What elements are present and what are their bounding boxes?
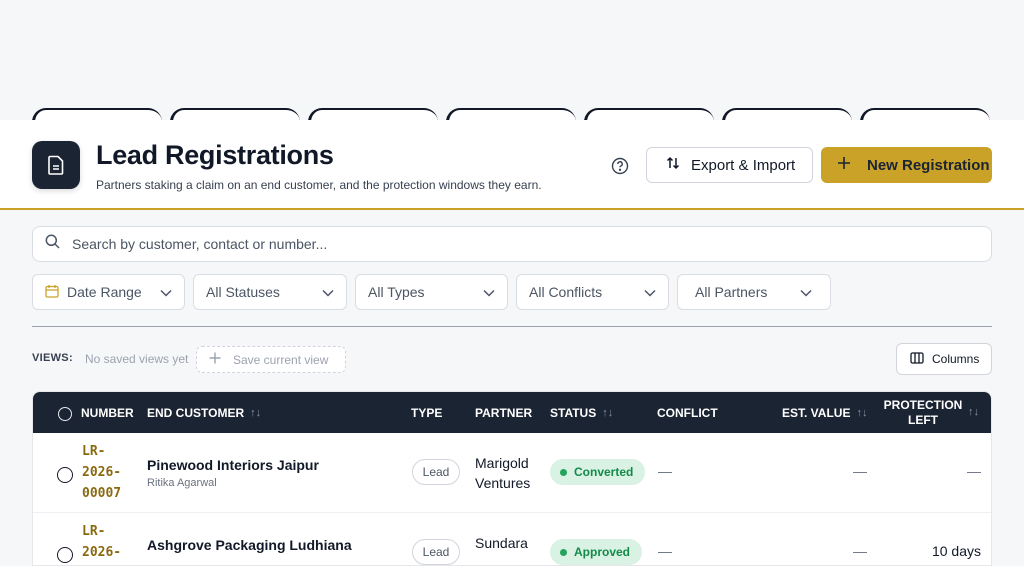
status-badge: Converted	[550, 459, 646, 485]
columns-button[interactable]: Columns	[896, 343, 992, 375]
save-view-label: Save current view	[233, 352, 329, 367]
filter-types[interactable]: All Types	[355, 274, 508, 310]
status-dot-icon	[560, 468, 567, 476]
column-header-protection-left[interactable]: PROTECTION LEFT	[883, 392, 963, 433]
select-all-checkbox[interactable]	[58, 407, 72, 421]
column-header-conflict[interactable]: CONFLICT	[657, 392, 718, 433]
est-value: —	[853, 543, 867, 559]
plus-icon	[209, 352, 221, 367]
sort-icon: ↑↓	[250, 406, 262, 419]
registrations-table: NUMBER END CUSTOMER ↑↓ TYPE PARTNER STAT…	[32, 391, 992, 566]
end-customer-name: Ashgrove Packaging Ludhiana	[147, 537, 352, 553]
protection-left: —	[967, 463, 981, 479]
conflict-value: —	[658, 543, 672, 559]
column-header-partner[interactable]: PARTNER	[475, 392, 532, 433]
page-header: Lead Registrations Partners staking a cl…	[0, 120, 1024, 210]
plus-icon	[837, 156, 851, 174]
new-registration-button[interactable]: New Registration	[821, 147, 992, 183]
type-badge: Lead	[412, 459, 460, 485]
table-row[interactable]: LR- 2026- Ashgrove Packaging Ludhiana Le…	[33, 513, 991, 565]
export-import-label: Export & Import	[691, 156, 796, 174]
status-dot-icon	[560, 548, 567, 556]
search-input[interactable]	[72, 236, 952, 252]
views-empty-text: No saved views yet	[85, 352, 189, 366]
help-icon[interactable]	[611, 157, 629, 175]
save-current-view-button[interactable]: Save current view	[196, 346, 346, 373]
filter-date-range[interactable]: Date Range	[32, 274, 185, 310]
table-header: NUMBER END CUSTOMER ↑↓ TYPE PARTNER STAT…	[33, 392, 991, 433]
sort-icon: ↑↓	[602, 406, 614, 419]
column-header-type[interactable]: TYPE	[411, 392, 442, 433]
document-icon	[32, 141, 80, 189]
columns-icon	[910, 351, 924, 367]
est-value: —	[853, 463, 867, 479]
filter-conflicts[interactable]: All Conflicts	[516, 274, 669, 310]
filter-partners[interactable]: All Partners	[677, 274, 831, 310]
calendar-icon	[45, 284, 59, 301]
protection-left: 10 days	[931, 543, 981, 559]
filter-label: Date Range	[67, 284, 142, 300]
page-title: Lead Registrations	[96, 140, 334, 170]
column-header-est-value[interactable]: EST. VALUE ↑↓	[782, 392, 867, 433]
chevron-down-icon	[160, 284, 172, 300]
contact-name: Ritika Agarwal	[147, 477, 217, 489]
column-header-end-customer[interactable]: END CUSTOMER ↑↓	[147, 392, 261, 433]
filter-label: All Statuses	[206, 284, 280, 300]
new-registration-label: New Registration	[867, 156, 990, 174]
type-badge: Lead	[412, 539, 460, 565]
columns-label: Columns	[932, 352, 980, 366]
registration-number[interactable]: LR- 2026-	[82, 521, 121, 563]
page-subtitle: Partners staking a claim on an end custo…	[96, 178, 542, 192]
sort-arrows-icon	[665, 155, 681, 175]
status-badge: Approved	[550, 539, 643, 565]
views-label: VIEWS:	[32, 352, 73, 364]
column-header-number[interactable]: NUMBER	[81, 392, 134, 433]
filter-label: All Types	[368, 284, 425, 300]
export-import-button[interactable]: Export & Import	[646, 147, 813, 183]
conflict-value: —	[658, 463, 672, 479]
filter-label: All Conflicts	[529, 284, 603, 300]
sort-icon: ↑↓	[968, 406, 979, 418]
search-bar[interactable]	[32, 226, 992, 262]
filter-label: All Partners	[695, 284, 768, 300]
divider	[32, 326, 992, 327]
registration-number[interactable]: LR- 2026- 00007	[82, 441, 121, 504]
row-checkbox[interactable]	[57, 467, 73, 483]
sort-icon: ↑↓	[856, 406, 868, 419]
table-row[interactable]: LR- 2026- 00007 Pinewood Interiors Jaipu…	[33, 433, 991, 513]
chevron-down-icon	[322, 284, 334, 300]
partner-name: Marigold Ventures	[475, 455, 531, 491]
search-icon	[45, 234, 60, 254]
chevron-down-icon	[644, 284, 656, 300]
row-checkbox[interactable]	[57, 547, 73, 563]
chevron-down-icon	[800, 284, 812, 300]
column-header-status[interactable]: STATUS ↑↓	[550, 392, 613, 433]
filter-statuses[interactable]: All Statuses	[193, 274, 347, 310]
partner-name: Sundara	[475, 535, 528, 551]
chevron-down-icon	[483, 284, 495, 300]
end-customer-name: Pinewood Interiors Jaipur	[147, 457, 319, 473]
